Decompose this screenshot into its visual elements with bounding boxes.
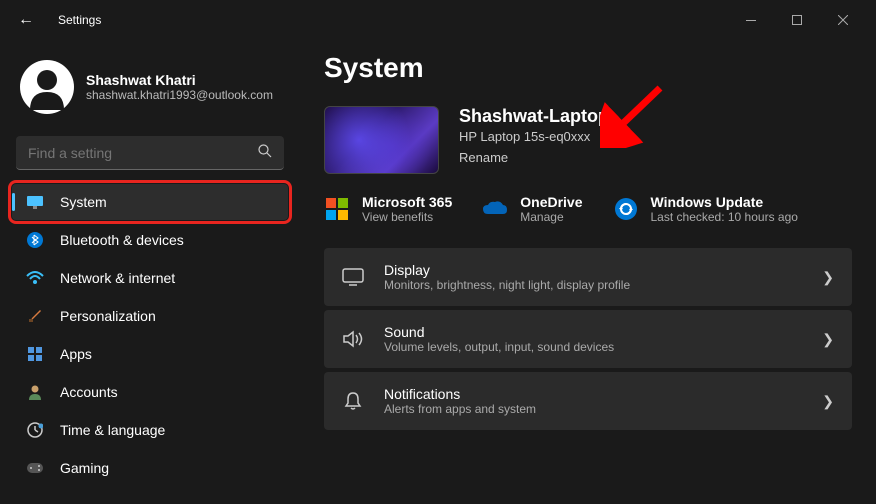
service-title: Microsoft 365 xyxy=(362,194,452,210)
service-ms365[interactable]: Microsoft 365 View benefits xyxy=(324,194,452,224)
maximize-button[interactable] xyxy=(774,5,820,35)
sidebar-item-label: Accounts xyxy=(60,384,118,400)
titlebar: ← Settings xyxy=(0,0,876,40)
setting-title: Notifications xyxy=(384,386,802,402)
person-icon xyxy=(26,383,44,401)
device-section: Shashwat-Laptop HP Laptop 15s-eq0xxx Ren… xyxy=(324,106,852,174)
user-name: Shashwat Khatri xyxy=(86,72,273,88)
main-content: System Shashwat-Laptop HP Laptop 15s-eq0… xyxy=(300,40,876,504)
sidebar-item-label: Gaming xyxy=(60,460,109,476)
sidebar-item-label: System xyxy=(60,194,107,210)
search-icon xyxy=(258,144,272,161)
sidebar-item-bluetooth[interactable]: Bluetooth & devices xyxy=(12,222,288,258)
setting-title: Display xyxy=(384,262,802,278)
setting-sub: Volume levels, output, input, sound devi… xyxy=(384,340,802,354)
search-input[interactable] xyxy=(28,145,258,161)
chevron-right-icon: ❯ xyxy=(822,269,834,286)
sidebar-item-network[interactable]: Network & internet xyxy=(12,260,288,296)
service-sub: Last checked: 10 hours ago xyxy=(651,210,798,224)
setting-sub: Alerts from apps and system xyxy=(384,402,802,416)
bluetooth-icon xyxy=(26,231,44,249)
window-title: Settings xyxy=(58,13,101,27)
chevron-right-icon: ❯ xyxy=(822,393,834,410)
search-box[interactable] xyxy=(16,136,284,170)
page-title: System xyxy=(324,52,852,84)
wifi-icon xyxy=(26,269,44,287)
setting-title: Sound xyxy=(384,324,802,340)
service-sub: View benefits xyxy=(362,210,452,224)
setting-display[interactable]: Display Monitors, brightness, night ligh… xyxy=(324,248,852,306)
clock-icon xyxy=(26,421,44,439)
apps-icon xyxy=(26,345,44,363)
sidebar: Shashwat Khatri shashwat.khatri1993@outl… xyxy=(0,40,300,504)
game-icon xyxy=(26,459,44,477)
display-icon xyxy=(342,266,364,288)
device-wallpaper[interactable] xyxy=(324,106,439,174)
sidebar-item-time[interactable]: Time & language xyxy=(12,412,288,448)
chevron-right-icon: ❯ xyxy=(822,331,834,348)
avatar xyxy=(20,60,74,114)
user-profile[interactable]: Shashwat Khatri shashwat.khatri1993@outl… xyxy=(10,52,290,130)
user-email: shashwat.khatri1993@outlook.com xyxy=(86,88,273,102)
sidebar-item-label: Bluetooth & devices xyxy=(60,232,184,248)
sidebar-item-label: Time & language xyxy=(60,422,165,438)
device-model: HP Laptop 15s-eq0xxx xyxy=(459,129,609,144)
service-title: Windows Update xyxy=(651,194,798,210)
rename-link[interactable]: Rename xyxy=(459,150,609,165)
brush-icon xyxy=(26,307,44,325)
sidebar-item-personalization[interactable]: Personalization xyxy=(12,298,288,334)
monitor-icon xyxy=(26,193,44,211)
sidebar-item-system[interactable]: System xyxy=(12,184,288,220)
sidebar-item-apps[interactable]: Apps xyxy=(12,336,288,372)
update-icon xyxy=(613,196,639,222)
service-sub: Manage xyxy=(520,210,582,224)
device-name: Shashwat-Laptop xyxy=(459,106,609,127)
setting-sound[interactable]: Sound Volume levels, output, input, soun… xyxy=(324,310,852,368)
setting-sub: Monitors, brightness, night light, displ… xyxy=(384,278,802,292)
service-title: OneDrive xyxy=(520,194,582,210)
sidebar-item-label: Network & internet xyxy=(60,270,175,286)
services-row: Microsoft 365 View benefits OneDrive Man… xyxy=(324,194,852,224)
minimize-button[interactable] xyxy=(728,5,774,35)
service-onedrive[interactable]: OneDrive Manage xyxy=(482,194,582,224)
settings-list: Display Monitors, brightness, night ligh… xyxy=(324,248,852,430)
sidebar-item-accounts[interactable]: Accounts xyxy=(12,374,288,410)
ms365-icon xyxy=(324,196,350,222)
service-update[interactable]: Windows Update Last checked: 10 hours ag… xyxy=(613,194,798,224)
bell-icon xyxy=(342,390,364,412)
onedrive-icon xyxy=(482,196,508,222)
sidebar-item-label: Apps xyxy=(60,346,92,362)
back-button[interactable]: ← xyxy=(10,7,42,33)
setting-notifications[interactable]: Notifications Alerts from apps and syste… xyxy=(324,372,852,430)
sidebar-item-label: Personalization xyxy=(60,308,156,324)
close-button[interactable] xyxy=(820,5,866,35)
sidebar-item-gaming[interactable]: Gaming xyxy=(12,450,288,486)
sound-icon xyxy=(342,328,364,350)
